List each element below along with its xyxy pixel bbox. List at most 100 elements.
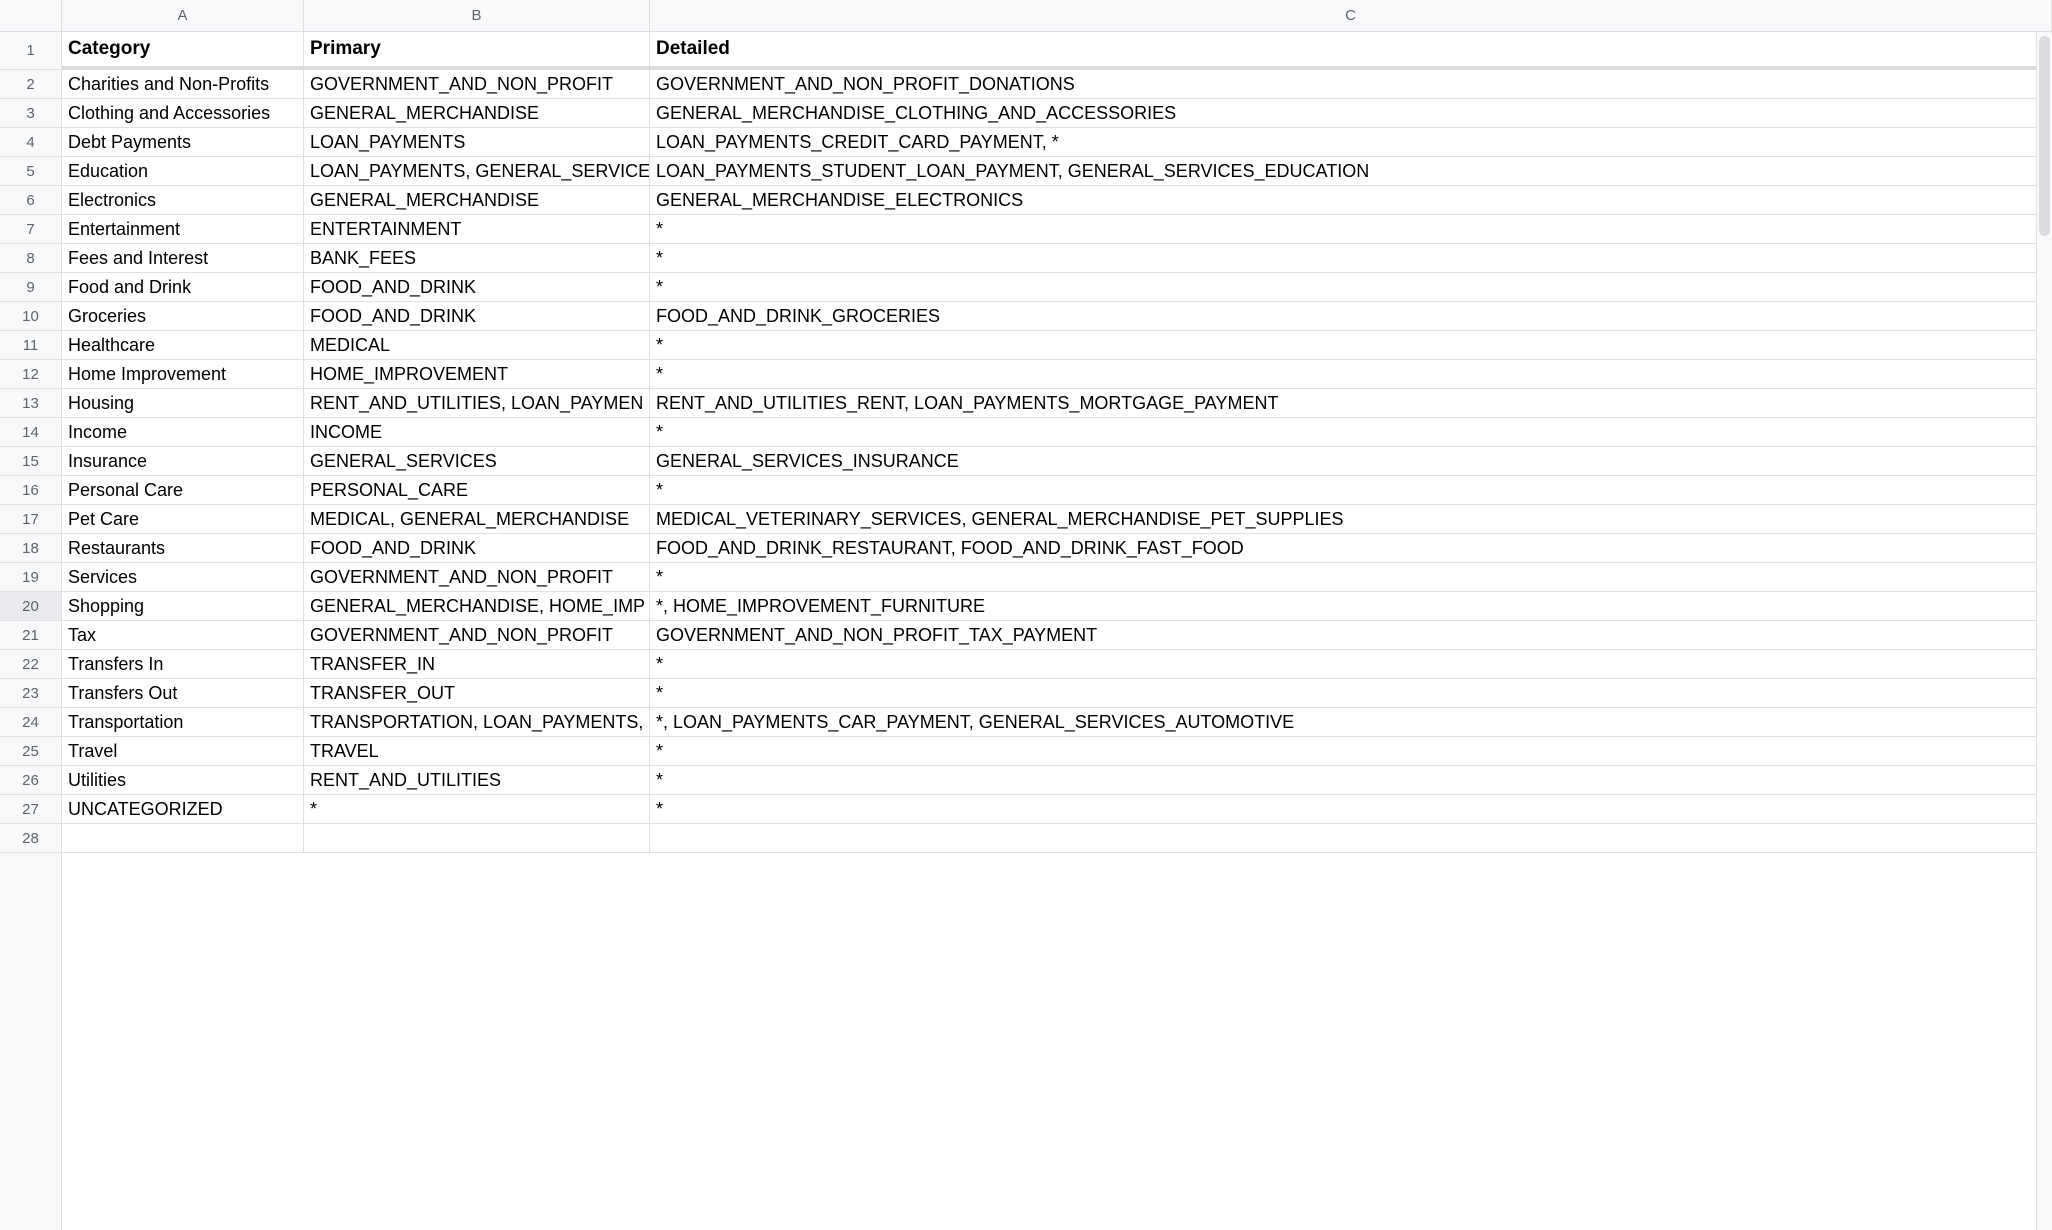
cell[interactable]: * bbox=[650, 244, 2052, 272]
select-all-corner[interactable] bbox=[0, 0, 62, 32]
cell[interactable]: Shopping bbox=[62, 592, 304, 620]
cell[interactable]: * bbox=[304, 795, 650, 823]
cell[interactable]: GOVERNMENT_AND_NON_PROFIT bbox=[304, 70, 650, 98]
row-header[interactable]: 4 bbox=[0, 128, 61, 157]
cell[interactable] bbox=[650, 824, 2052, 852]
scrollbar-thumb[interactable] bbox=[2039, 36, 2050, 236]
cell[interactable]: FOOD_AND_DRINK_GROCERIES bbox=[650, 302, 2052, 330]
row-header[interactable]: 18 bbox=[0, 534, 61, 563]
row-header[interactable]: 11 bbox=[0, 331, 61, 360]
row-header[interactable]: 15 bbox=[0, 447, 61, 476]
cell[interactable]: Transportation bbox=[62, 708, 304, 736]
cell[interactable]: LOAN_PAYMENTS_STUDENT_LOAN_PAYMENT, GENE… bbox=[650, 157, 2052, 185]
cell[interactable]: GOVERNMENT_AND_NON_PROFIT bbox=[304, 621, 650, 649]
cell[interactable]: MEDICAL_VETERINARY_SERVICES, GENERAL_MER… bbox=[650, 505, 2052, 533]
cell[interactable]: Fees and Interest bbox=[62, 244, 304, 272]
cell[interactable]: Services bbox=[62, 563, 304, 591]
cell[interactable]: Home Improvement bbox=[62, 360, 304, 388]
cell[interactable]: Transfers Out bbox=[62, 679, 304, 707]
cell[interactable]: Restaurants bbox=[62, 534, 304, 562]
row-header[interactable]: 5 bbox=[0, 157, 61, 186]
cell[interactable]: GOVERNMENT_AND_NON_PROFIT bbox=[304, 563, 650, 591]
cell[interactable]: Pet Care bbox=[62, 505, 304, 533]
cell[interactable] bbox=[304, 824, 650, 852]
cell[interactable]: GENERAL_SERVICES bbox=[304, 447, 650, 475]
cell[interactable]: Travel bbox=[62, 737, 304, 765]
cell[interactable]: GENERAL_MERCHANDISE_CLOTHING_AND_ACCESSO… bbox=[650, 99, 2052, 127]
cell[interactable]: Healthcare bbox=[62, 331, 304, 359]
row-header[interactable]: 8 bbox=[0, 244, 61, 273]
header-cell[interactable]: Detailed bbox=[650, 32, 2052, 66]
row-header[interactable]: 26 bbox=[0, 766, 61, 795]
cell[interactable]: Housing bbox=[62, 389, 304, 417]
cell[interactable]: GOVERNMENT_AND_NON_PROFIT_TAX_PAYMENT bbox=[650, 621, 2052, 649]
cell[interactable]: HOME_IMPROVEMENT bbox=[304, 360, 650, 388]
cell[interactable]: TRAVEL bbox=[304, 737, 650, 765]
cell[interactable]: Personal Care bbox=[62, 476, 304, 504]
cell[interactable]: ENTERTAINMENT bbox=[304, 215, 650, 243]
row-header[interactable]: 1 bbox=[0, 32, 61, 70]
row-header[interactable]: 27 bbox=[0, 795, 61, 824]
column-header-c[interactable]: C bbox=[650, 0, 2052, 31]
cell[interactable]: GENERAL_MERCHANDISE_ELECTRONICS bbox=[650, 186, 2052, 214]
cell[interactable]: Utilities bbox=[62, 766, 304, 794]
cell[interactable]: TRANSPORTATION, LOAN_PAYMENTS, bbox=[304, 708, 650, 736]
cell[interactable]: PERSONAL_CARE bbox=[304, 476, 650, 504]
cell[interactable]: MEDICAL, GENERAL_MERCHANDISE bbox=[304, 505, 650, 533]
cell[interactable]: Clothing and Accessories bbox=[62, 99, 304, 127]
row-header[interactable]: 24 bbox=[0, 708, 61, 737]
cell[interactable]: UNCATEGORIZED bbox=[62, 795, 304, 823]
cell[interactable]: * bbox=[650, 215, 2052, 243]
cell[interactable]: Food and Drink bbox=[62, 273, 304, 301]
row-header[interactable]: 25 bbox=[0, 737, 61, 766]
row-header[interactable]: 9 bbox=[0, 273, 61, 302]
cell[interactable]: Insurance bbox=[62, 447, 304, 475]
cell[interactable]: Charities and Non-Profits bbox=[62, 70, 304, 98]
row-header[interactable]: 7 bbox=[0, 215, 61, 244]
row-header[interactable]: 22 bbox=[0, 650, 61, 679]
cell[interactable]: TRANSFER_IN bbox=[304, 650, 650, 678]
column-header-a[interactable]: A bbox=[62, 0, 304, 31]
cell[interactable]: * bbox=[650, 273, 2052, 301]
row-header[interactable]: 28 bbox=[0, 824, 61, 853]
cell[interactable]: Income bbox=[62, 418, 304, 446]
cell[interactable]: RENT_AND_UTILITIES_RENT, LOAN_PAYMENTS_M… bbox=[650, 389, 2052, 417]
cell[interactable]: FOOD_AND_DRINK_RESTAURANT, FOOD_AND_DRIN… bbox=[650, 534, 2052, 562]
cell[interactable]: INCOME bbox=[304, 418, 650, 446]
row-header[interactable]: 20 bbox=[0, 592, 61, 621]
row-header[interactable]: 13 bbox=[0, 389, 61, 418]
cell[interactable]: Debt Payments bbox=[62, 128, 304, 156]
cell[interactable]: Entertainment bbox=[62, 215, 304, 243]
cell[interactable]: Electronics bbox=[62, 186, 304, 214]
row-header[interactable]: 21 bbox=[0, 621, 61, 650]
cell[interactable]: * bbox=[650, 563, 2052, 591]
cell[interactable]: LOAN_PAYMENTS_CREDIT_CARD_PAYMENT, * bbox=[650, 128, 2052, 156]
cell[interactable]: * bbox=[650, 795, 2052, 823]
cell[interactable]: Transfers In bbox=[62, 650, 304, 678]
row-header[interactable]: 12 bbox=[0, 360, 61, 389]
cell[interactable]: FOOD_AND_DRINK bbox=[304, 302, 650, 330]
cell[interactable]: Tax bbox=[62, 621, 304, 649]
cell[interactable]: * bbox=[650, 679, 2052, 707]
row-header[interactable]: 10 bbox=[0, 302, 61, 331]
row-header[interactable]: 2 bbox=[0, 70, 61, 99]
cell[interactable]: FOOD_AND_DRINK bbox=[304, 273, 650, 301]
cell[interactable]: RENT_AND_UTILITIES bbox=[304, 766, 650, 794]
cell[interactable]: * bbox=[650, 766, 2052, 794]
cell[interactable]: Education bbox=[62, 157, 304, 185]
row-header[interactable]: 17 bbox=[0, 505, 61, 534]
cell[interactable]: GENERAL_SERVICES_INSURANCE bbox=[650, 447, 2052, 475]
row-header[interactable]: 6 bbox=[0, 186, 61, 215]
cell[interactable]: BANK_FEES bbox=[304, 244, 650, 272]
cell[interactable]: FOOD_AND_DRINK bbox=[304, 534, 650, 562]
cell[interactable]: * bbox=[650, 737, 2052, 765]
vertical-scrollbar[interactable] bbox=[2036, 32, 2052, 1230]
row-header[interactable]: 16 bbox=[0, 476, 61, 505]
cell[interactable]: GENERAL_MERCHANDISE bbox=[304, 186, 650, 214]
cell[interactable]: GENERAL_MERCHANDISE, HOME_IMP bbox=[304, 592, 650, 620]
row-header[interactable]: 19 bbox=[0, 563, 61, 592]
row-header[interactable]: 3 bbox=[0, 99, 61, 128]
cell[interactable]: * bbox=[650, 331, 2052, 359]
cell[interactable]: MEDICAL bbox=[304, 331, 650, 359]
cell[interactable]: GOVERNMENT_AND_NON_PROFIT_DONATIONS bbox=[650, 70, 2052, 98]
